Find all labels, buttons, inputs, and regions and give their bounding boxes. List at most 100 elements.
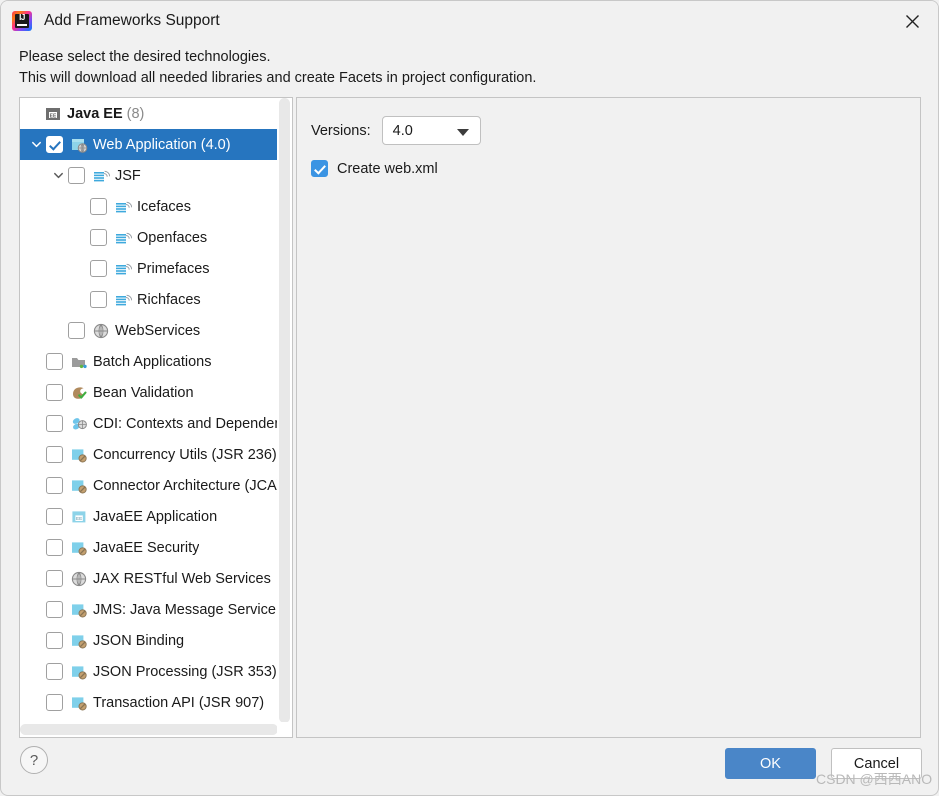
- description-line-2: This will download all needed libraries …: [19, 70, 537, 86]
- svg-text:EE: EE: [50, 113, 57, 119]
- tree-item-label: Batch Applications: [93, 353, 212, 370]
- javaee-module-icon: [70, 539, 88, 557]
- tree-row[interactable]: JSON Binding: [20, 625, 278, 656]
- tree-row[interactable]: WebServices: [20, 315, 278, 346]
- tree-row[interactable]: JMS: Java Message Service: [20, 594, 278, 625]
- jsf-icon: [114, 229, 132, 247]
- tree-scroll-corner: [277, 722, 292, 737]
- javaee-module-icon: [70, 632, 88, 650]
- tree-item-checkbox[interactable]: [46, 632, 63, 649]
- description-line-1: Please select the desired technologies.: [19, 49, 271, 65]
- javaee-module-icon: [70, 477, 88, 495]
- tree-item-label: Openfaces: [137, 229, 208, 246]
- batch-icon: [70, 353, 88, 371]
- framework-options-panel: Versions: 4.0 Create web.xml: [296, 97, 921, 738]
- create-webxml-row[interactable]: Create web.xml: [311, 160, 438, 177]
- tree-row[interactable]: JSF: [20, 160, 278, 191]
- tree-item-label: JavaEE Application: [93, 508, 218, 525]
- dialog-title: Add Frameworks Support: [44, 12, 220, 29]
- tree-item-label: WebServices: [115, 322, 201, 339]
- tree-row[interactable]: Connector Architecture (JCA): [20, 470, 278, 501]
- tree-item-label: Web Application (4.0): [93, 136, 231, 153]
- tree-row[interactable]: JSON Processing (JSR 353): [20, 656, 278, 687]
- tree-item-checkbox[interactable]: [46, 136, 63, 153]
- javaee-module-icon: [70, 446, 88, 464]
- globe-icon: [70, 570, 88, 588]
- tree-item-checkbox[interactable]: [46, 694, 63, 711]
- tree-item-checkbox[interactable]: [68, 167, 85, 184]
- tree-item-label: Primefaces: [137, 260, 210, 277]
- tree-row[interactable]: Web Application (4.0): [20, 129, 278, 160]
- help-button[interactable]: ?: [20, 746, 48, 774]
- tree-item-checkbox[interactable]: [90, 229, 107, 246]
- tree-row[interactable]: Transaction API (JSR 907): [20, 687, 278, 718]
- tree-item-label: JavaEE Security: [93, 539, 200, 556]
- tree-row[interactable]: Richfaces: [20, 284, 278, 315]
- frameworks-tree: EE Java EE (8) Web Application (4.0) JSF Ice…: [20, 98, 278, 723]
- tree-item-label: Icefaces: [137, 198, 191, 215]
- jsf-icon: [114, 291, 132, 309]
- frameworks-tree-panel: EE Java EE (8) Web Application (4.0) JSF Ice…: [19, 97, 293, 738]
- tree-item-label: JSF: [115, 167, 141, 184]
- versions-selected-value: 4.0: [392, 122, 413, 139]
- tree-item-checkbox[interactable]: [46, 663, 63, 680]
- tree-item-label: Transaction API (JSR 907): [93, 694, 265, 711]
- versions-dropdown[interactable]: 4.0: [381, 116, 481, 145]
- close-icon[interactable]: [884, 1, 938, 41]
- tree-row[interactable]: JAX RESTful Web Services: [20, 563, 278, 594]
- tree-item-label: Connector Architecture (JCA): [93, 477, 278, 494]
- web-application-icon: [70, 136, 88, 154]
- tree-item-checkbox[interactable]: [46, 539, 63, 556]
- tree-row[interactable]: Icefaces: [20, 191, 278, 222]
- tree-row[interactable]: Openfaces: [20, 222, 278, 253]
- tree-item-checkbox[interactable]: [46, 446, 63, 463]
- tree-row[interactable]: EE JavaEE Application: [20, 501, 278, 532]
- chevron-down-icon[interactable]: [26, 139, 46, 150]
- chevron-down-icon[interactable]: [48, 170, 68, 181]
- jsf-icon: [114, 198, 132, 216]
- tree-row[interactable]: Concurrency Utils (JSR 236): [20, 439, 278, 470]
- tree-item-checkbox[interactable]: [46, 353, 63, 370]
- tree-item-label: JSON Processing (JSR 353): [93, 663, 277, 680]
- versions-label: Versions:: [311, 122, 371, 139]
- tree-item-checkbox[interactable]: [90, 198, 107, 215]
- tree-row[interactable]: CDI: Contexts and Dependency Injection: [20, 408, 278, 439]
- tree-item-label: Bean Validation: [93, 384, 194, 401]
- tree-vertical-scrollbar[interactable]: [277, 98, 292, 723]
- tree-item-checkbox[interactable]: [90, 260, 107, 277]
- tree-item-count: (8): [126, 105, 145, 122]
- tree-item-checkbox[interactable]: [90, 291, 107, 308]
- cdi-icon: [70, 415, 88, 433]
- tree-item-label: Concurrency Utils (JSR 236): [93, 446, 277, 463]
- dialog-description: Please select the desired technologies. …: [19, 47, 919, 89]
- javaee-group-icon: EE: [44, 105, 62, 123]
- tree-row[interactable]: Primefaces: [20, 253, 278, 284]
- tree-row[interactable]: Batch Applications: [20, 346, 278, 377]
- tree-item-checkbox[interactable]: [46, 477, 63, 494]
- tree-item-checkbox[interactable]: [68, 322, 85, 339]
- intellij-idea-icon: IJ: [12, 11, 32, 31]
- tree-item-checkbox[interactable]: [46, 570, 63, 587]
- javaee-module-icon: [70, 663, 88, 681]
- add-frameworks-support-dialog: IJ Add Frameworks Support Please select …: [0, 0, 939, 796]
- watermark: CSDN @西西ANO: [816, 771, 933, 787]
- tree-item-checkbox[interactable]: [46, 508, 63, 525]
- title-bar: IJ Add Frameworks Support: [1, 1, 938, 41]
- tree-row[interactable]: Bean Validation: [20, 377, 278, 408]
- tree-horizontal-scrollbar[interactable]: [20, 722, 278, 737]
- globe-icon: [92, 322, 110, 340]
- tree-item-checkbox[interactable]: [46, 415, 63, 432]
- chevron-down-icon: [456, 129, 469, 136]
- tree-item-checkbox[interactable]: [46, 601, 63, 618]
- svg-text:EE: EE: [76, 516, 82, 521]
- tree-item-checkbox[interactable]: [46, 384, 63, 401]
- ok-button[interactable]: OK: [725, 748, 816, 779]
- jsf-icon: [114, 260, 132, 278]
- create-webxml-checkbox[interactable]: [311, 160, 328, 177]
- javaee-module-icon: [70, 601, 88, 619]
- tree-row[interactable]: EE Java EE (8): [20, 98, 278, 129]
- create-webxml-label: Create web.xml: [337, 160, 438, 177]
- tree-row[interactable]: JavaEE Security: [20, 532, 278, 563]
- jsf-icon: [92, 167, 110, 185]
- tree-item-label: Java EE: [67, 105, 123, 122]
